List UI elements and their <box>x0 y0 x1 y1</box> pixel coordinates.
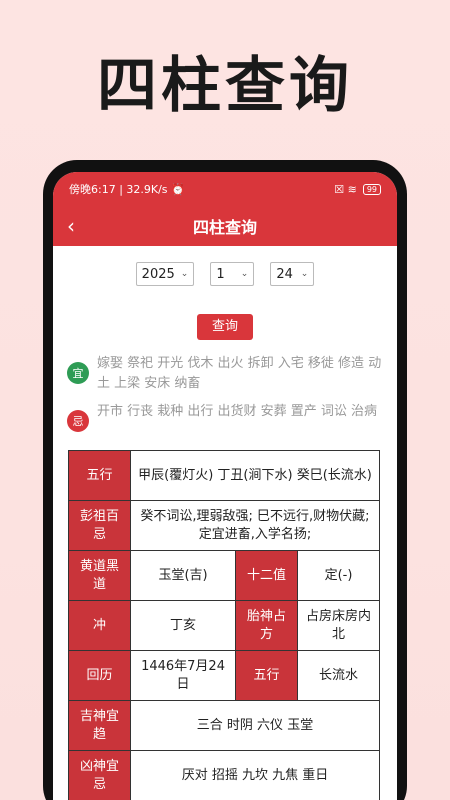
phone-frame: 傍晚6:17 | 32.9K/s ⏰ ☒ ≋ 99 ‹ 四柱查询 2025 ⌄ … <box>43 160 407 800</box>
back-icon[interactable]: ‹ <box>67 214 75 238</box>
pengzu-value: 癸不词讼,理弱敌强; 巳不远行,财物伏藏; 定宜进畜,入学名扬; <box>130 500 380 551</box>
battery-icon: 99 <box>362 183 381 195</box>
wuxing2-value: 长流水 <box>297 650 380 701</box>
ji-text: 开市 行丧 栽种 出行 出货财 安葬 置产 词讼 治病 <box>97 404 378 419</box>
month-value: 1 <box>216 266 225 282</box>
status-bar: 傍晚6:17 | 32.9K/s ⏰ ☒ ≋ 99 <box>53 172 397 206</box>
table-row: 凶神宜忌 厌对 招摇 九坎 九焦 重日 <box>68 750 380 800</box>
huangdao-value: 玉堂(吉) <box>129 550 237 601</box>
info-table: 五行 甲辰(覆灯火) 丁丑(涧下水) 癸巳(长流水) 彭祖百忌 癸不词讼,理弱敌… <box>68 450 380 800</box>
chevron-down-icon: ⌄ <box>300 269 309 279</box>
nav-bar: ‹ 四柱查询 <box>53 206 397 246</box>
table-row: 彭祖百忌 癸不词讼,理弱敌强; 巳不远行,财物伏藏; 定宜进畜,入学名扬; <box>68 500 380 551</box>
ji-badge: 忌 <box>67 410 89 432</box>
table-row: 五行 甲辰(覆灯火) 丁丑(涧下水) 癸巳(长流水) <box>68 450 380 501</box>
day-value: 24 <box>276 266 293 282</box>
jishen-label: 吉神宜趋 <box>68 700 131 751</box>
month-select[interactable]: 1 ⌄ <box>210 262 255 286</box>
pengzu-label: 彭祖百忌 <box>68 500 131 551</box>
wuxing2-label: 五行 <box>235 650 299 701</box>
hero-title: 四柱查询 <box>97 51 353 121</box>
shierzhi-value: 定(-) <box>297 550 380 601</box>
table-row: 回历 1446年7月24日 五行 长流水 <box>68 650 380 701</box>
xiongshen-label: 凶神宜忌 <box>68 750 131 800</box>
day-select[interactable]: 24 ⌄ <box>270 262 315 286</box>
status-right: ☒ ≋ 99 <box>334 183 381 196</box>
yi-ji-section: 宜 嫁娶 祭祀 开光 伐木 出火 拆卸 入宅 移徙 修造 动土 上梁 安床 纳畜… <box>53 354 397 432</box>
huili-value: 1446年7月24日 <box>129 650 237 701</box>
table-row: 黄道黑道 玉堂(吉) 十二值 定(-) <box>68 550 380 601</box>
wuxing-value: 甲辰(覆灯火) 丁丑(涧下水) 癸巳(长流水) <box>130 450 380 501</box>
yi-row: 宜 嫁娶 祭祀 开光 伐木 出火 拆卸 入宅 移徙 修造 动土 上梁 安床 纳畜 <box>67 354 383 394</box>
yi-badge: 宜 <box>67 362 89 384</box>
taishen-value: 占房床房内北 <box>297 600 380 651</box>
chevron-down-icon: ⌄ <box>240 269 249 279</box>
xiongshen-value: 厌对 招摇 九坎 九焦 重日 <box>130 750 380 800</box>
network-icon: ☒ ≋ <box>334 182 357 196</box>
shierzhi-label: 十二值 <box>235 550 299 601</box>
chong-value: 丁亥 <box>129 600 237 651</box>
chong-label: 冲 <box>68 600 131 651</box>
wuxing-label: 五行 <box>68 450 131 501</box>
table-row: 冲 丁亥 胎神占方 占房床房内北 <box>68 600 380 651</box>
ji-row: 忌 开市 行丧 栽种 出行 出货财 安葬 置产 词讼 治病 <box>67 402 383 432</box>
app-screen: 傍晚6:17 | 32.9K/s ⏰ ☒ ≋ 99 ‹ 四柱查询 2025 ⌄ … <box>53 172 397 800</box>
taishen-label: 胎神占方 <box>235 600 299 651</box>
chevron-down-icon: ⌄ <box>180 269 189 279</box>
jishen-value: 三合 时阴 六仪 玉堂 <box>130 700 380 751</box>
huili-label: 回历 <box>68 650 131 701</box>
status-left: 傍晚6:17 | 32.9K/s ⏰ <box>69 183 185 196</box>
year-select[interactable]: 2025 ⌄ <box>135 262 195 286</box>
query-button[interactable]: 查询 <box>197 314 253 340</box>
page-title: 四柱查询 <box>192 218 257 237</box>
huangdao-label: 黄道黑道 <box>68 550 131 601</box>
yi-text: 嫁娶 祭祀 开光 伐木 出火 拆卸 入宅 移徙 修造 动土 上梁 安床 纳畜 <box>97 356 382 391</box>
date-selectors: 2025 ⌄ 1 ⌄ 24 ⌄ <box>53 262 397 286</box>
table-row: 吉神宜趋 三合 时阴 六仪 玉堂 <box>68 700 380 751</box>
year-value: 2025 <box>141 266 175 282</box>
